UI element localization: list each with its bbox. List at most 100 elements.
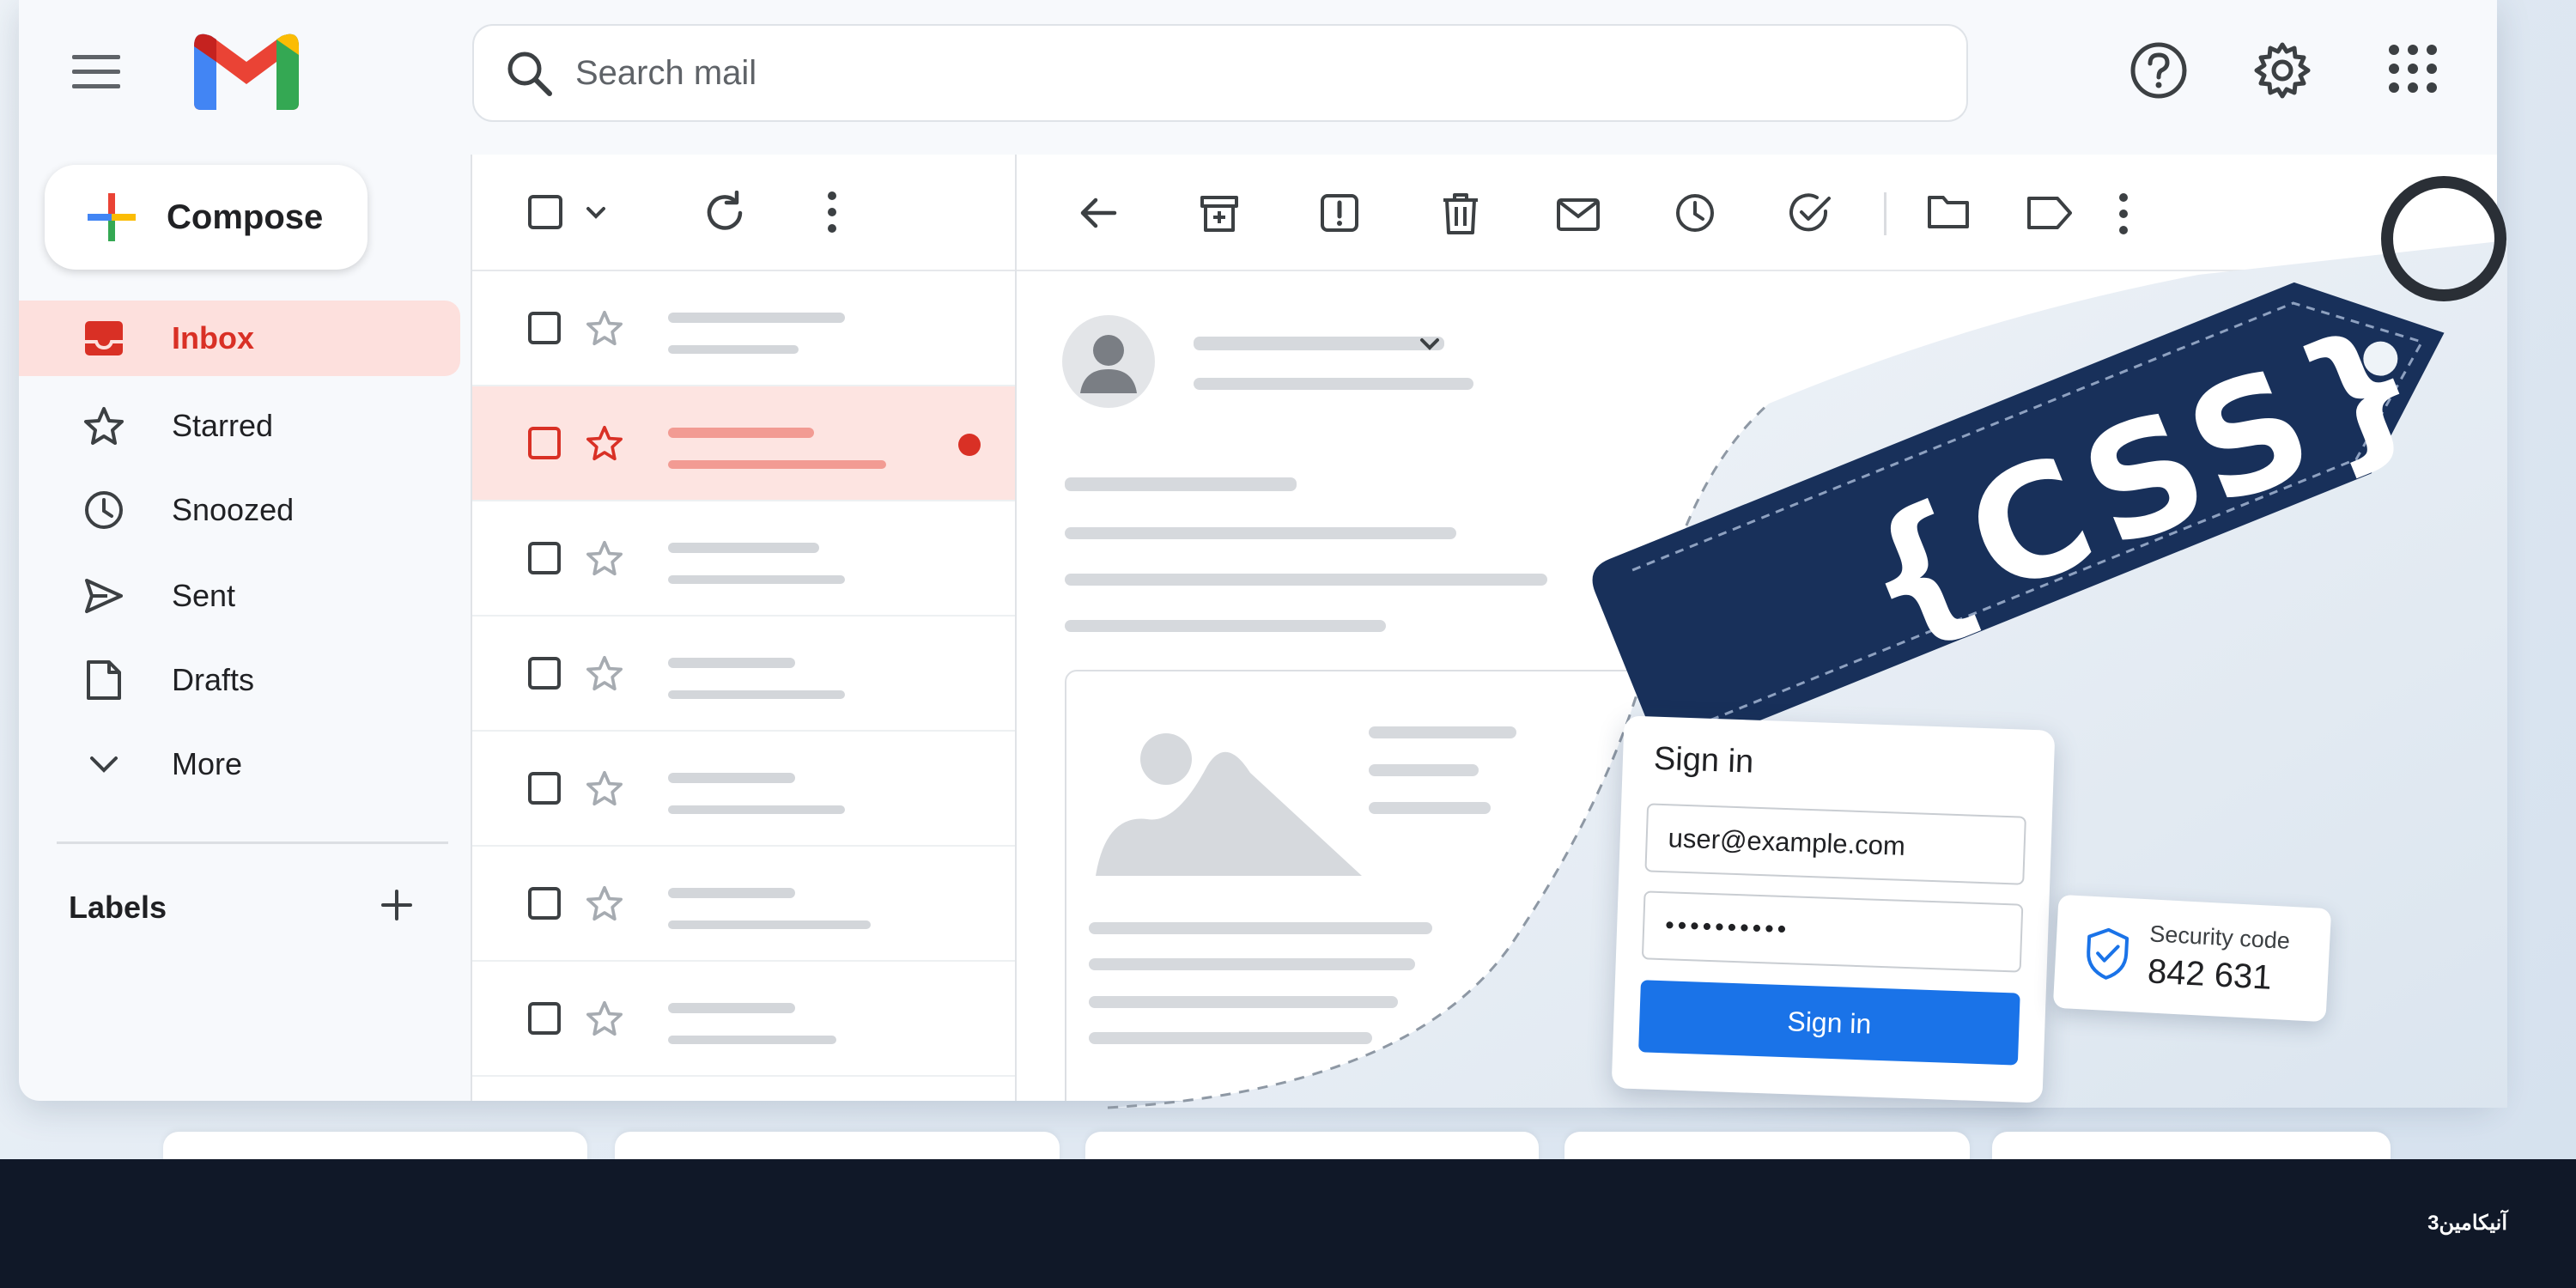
sidebar-item-label: Inbox bbox=[172, 320, 254, 355]
row-checkbox-icon[interactable] bbox=[527, 541, 562, 575]
sidebar-divider bbox=[57, 841, 448, 844]
clock-icon bbox=[81, 489, 127, 531]
settings-icon[interactable] bbox=[2251, 39, 2313, 101]
row-checkbox-icon[interactable] bbox=[527, 771, 562, 805]
star-icon[interactable] bbox=[586, 655, 623, 691]
signin-card: Sign in user@example.com •••••••••• Sign… bbox=[1611, 715, 2056, 1103]
help-icon[interactable] bbox=[2128, 39, 2190, 101]
body-placeholder bbox=[1065, 477, 1297, 491]
sender-placeholder bbox=[1194, 378, 1473, 390]
body-placeholder bbox=[1065, 527, 1456, 539]
sidebar-item-label: Starred bbox=[172, 408, 274, 443]
add-label-icon[interactable] bbox=[380, 888, 414, 922]
sidebar-item-snoozed[interactable]: Snoozed bbox=[19, 472, 460, 548]
search-bar[interactable]: Search mail bbox=[472, 24, 1968, 122]
shield-check-icon bbox=[2084, 927, 2131, 982]
delete-icon[interactable] bbox=[1441, 192, 1480, 235]
compose-button[interactable]: Compose bbox=[45, 165, 368, 270]
row-sender-placeholder bbox=[668, 313, 845, 323]
apps-grid-icon[interactable] bbox=[2387, 43, 2439, 94]
snooze-icon[interactable] bbox=[1674, 192, 1716, 234]
sidebar-item-drafts[interactable]: Drafts bbox=[19, 642, 460, 718]
table-row[interactable] bbox=[472, 386, 1015, 501]
archive-icon[interactable] bbox=[1199, 192, 1240, 234]
signin-title: Sign in bbox=[1653, 740, 1754, 781]
select-dropdown-icon[interactable] bbox=[586, 206, 606, 220]
add-task-icon[interactable] bbox=[1789, 192, 1834, 234]
star-icon[interactable] bbox=[586, 425, 623, 461]
row-subject-placeholder bbox=[668, 460, 886, 469]
star-icon[interactable] bbox=[586, 770, 623, 806]
row-sender-placeholder bbox=[668, 1003, 795, 1013]
label-icon[interactable] bbox=[2026, 196, 2073, 230]
card-text-placeholder bbox=[1369, 802, 1491, 814]
row-checkbox-icon[interactable] bbox=[527, 656, 562, 690]
more-vert-icon[interactable] bbox=[826, 191, 838, 234]
row-checkbox-icon[interactable] bbox=[527, 311, 562, 345]
message-toolbar bbox=[1017, 155, 2497, 271]
gmail-logo-icon[interactable] bbox=[194, 29, 299, 110]
row-sender-placeholder bbox=[668, 543, 819, 553]
sidebar-item-inbox[interactable]: Inbox bbox=[19, 301, 460, 376]
signin-button[interactable]: Sign in bbox=[1638, 980, 2020, 1066]
draft-icon bbox=[81, 659, 127, 702]
row-checkbox-icon[interactable] bbox=[527, 1001, 562, 1036]
avatar bbox=[1061, 314, 1156, 409]
security-code-card: Security code 842 631 bbox=[2052, 894, 2332, 1023]
body-placeholder bbox=[1065, 574, 1547, 586]
labels-heading: Labels bbox=[69, 890, 167, 925]
security-code-value: 842 631 bbox=[2146, 952, 2273, 997]
password-field[interactable]: •••••••••• bbox=[1641, 890, 2024, 973]
more-vert-icon[interactable] bbox=[2117, 192, 2129, 235]
card-text-placeholder bbox=[1089, 958, 1415, 970]
row-sender-placeholder bbox=[668, 428, 814, 438]
table-row[interactable] bbox=[472, 617, 1015, 732]
chevron-down-icon[interactable] bbox=[1419, 337, 1441, 352]
row-subject-placeholder bbox=[668, 805, 845, 814]
row-sender-placeholder bbox=[668, 888, 795, 898]
table-row[interactable] bbox=[472, 271, 1015, 386]
row-checkbox-icon[interactable] bbox=[527, 426, 562, 460]
row-subject-placeholder bbox=[668, 345, 799, 354]
row-subject-placeholder bbox=[668, 1036, 836, 1044]
move-to-folder-icon[interactable] bbox=[1927, 192, 1970, 230]
refresh-icon[interactable] bbox=[702, 191, 747, 235]
sender-placeholder bbox=[1194, 337, 1444, 350]
select-all-checkbox-icon[interactable] bbox=[527, 194, 563, 230]
table-row[interactable] bbox=[472, 962, 1015, 1077]
table-row[interactable] bbox=[472, 501, 1015, 617]
card-text-placeholder bbox=[1089, 1032, 1372, 1044]
toolbar-divider bbox=[1884, 192, 1886, 235]
back-arrow-icon[interactable] bbox=[1077, 192, 1118, 234]
star-icon[interactable] bbox=[586, 310, 623, 346]
row-sender-placeholder bbox=[668, 658, 795, 668]
row-checkbox-icon[interactable] bbox=[527, 886, 562, 920]
search-icon[interactable] bbox=[505, 49, 553, 97]
body-placeholder bbox=[1065, 620, 1386, 632]
star-icon[interactable] bbox=[586, 540, 623, 576]
sidebar-item-sent[interactable]: Sent bbox=[19, 558, 460, 634]
chevron-down-icon bbox=[81, 753, 127, 775]
star-icon[interactable] bbox=[586, 1000, 623, 1036]
menu-icon[interactable] bbox=[72, 53, 120, 91]
compose-label: Compose bbox=[167, 197, 324, 236]
mark-unread-icon[interactable] bbox=[1556, 197, 1601, 232]
sidebar-item-label: Sent bbox=[172, 578, 236, 613]
table-row[interactable] bbox=[472, 847, 1015, 962]
card-text-placeholder bbox=[1089, 996, 1398, 1008]
sidebar-item-starred[interactable]: Starred bbox=[19, 388, 460, 464]
sidebar-item-label: Drafts bbox=[172, 662, 255, 697]
star-icon[interactable] bbox=[586, 885, 623, 921]
brand-logo: آنیکامین3 bbox=[2427, 1212, 2507, 1235]
table-row[interactable] bbox=[472, 732, 1015, 847]
image-placeholder-icon bbox=[1087, 714, 1379, 886]
report-spam-icon[interactable] bbox=[1319, 192, 1360, 234]
search-input[interactable]: Search mail bbox=[575, 54, 756, 93]
sidebar-item-label: More bbox=[172, 746, 243, 781]
email-field[interactable]: user@example.com bbox=[1644, 803, 2026, 885]
row-subject-placeholder bbox=[668, 920, 871, 929]
send-icon bbox=[81, 577, 127, 615]
sidebar-item-more[interactable]: More bbox=[19, 726, 460, 802]
sidebar-item-label: Snoozed bbox=[172, 492, 295, 527]
card-text-placeholder bbox=[1369, 764, 1479, 776]
